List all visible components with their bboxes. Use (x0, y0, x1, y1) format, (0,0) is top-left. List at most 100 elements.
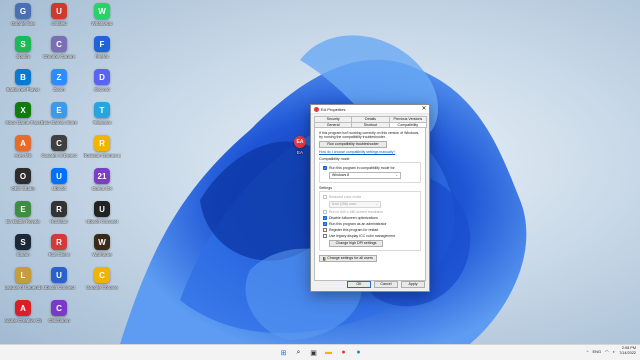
legacy-icc-row: Use legacy display ICC color management (323, 233, 417, 239)
desktop-icon[interactable]: S Steam (4, 234, 42, 266)
desktop-icon[interactable]: C Chrome Canary (40, 36, 78, 68)
desktop-icon-label: EA Battle Royale (6, 219, 40, 224)
desktop-icon-label: Xbox Game Pass (5, 120, 41, 125)
run-admin-label: Run this program as an administrator (329, 222, 387, 227)
language-indicator[interactable]: ENG (593, 349, 602, 354)
task-view-icon[interactable]: ▣ (308, 347, 319, 358)
apply-button[interactable]: Apply (401, 281, 425, 288)
desktop-icon[interactable]: O OBS Studio (4, 168, 42, 200)
app-icon: U (51, 267, 67, 283)
desktop-icon[interactable]: U Untitled (40, 3, 78, 35)
desktop-icon-label: Epic Games Store (40, 120, 78, 125)
desktop-icon[interactable]: T Telegram (83, 102, 121, 134)
app-icon: C (51, 135, 67, 151)
ea-desktop-shortcut[interactable]: EA EA (293, 136, 307, 158)
desktop-icon[interactable]: G Google Site (4, 3, 42, 35)
desktop-icon-label: Ubisoft Connect (42, 285, 76, 290)
ok-button[interactable]: OK (347, 281, 371, 288)
compat-os-select[interactable]: Windows 8 ⌄ (329, 172, 401, 180)
desktop-icon-label: Discord (94, 87, 110, 92)
desktop-icon[interactable]: 21 Opera GX (83, 168, 121, 200)
app-icon: S (15, 234, 31, 250)
register-restart-checkbox[interactable] (323, 228, 327, 233)
desktop-icon[interactable]: R Riot Client (40, 234, 78, 266)
desktop-icon[interactable]: S Spotify (4, 36, 42, 68)
desktop-icon-label: Adobe Creative Cloud (4, 318, 42, 323)
register-restart-label: Register this program for restart (329, 228, 379, 233)
settings-group-label: Settings (319, 186, 332, 191)
settings-group: Reduced color mode 8-bit (256) color ⌄ R… (319, 191, 421, 252)
desktop-icon[interactable]: W WhatsApp (83, 3, 121, 35)
desktop-icon[interactable]: L League of Legends (4, 267, 42, 299)
run-admin-checkbox[interactable]: ✓ (323, 222, 327, 227)
disable-fullscreen-checkbox[interactable]: ✓ (323, 216, 327, 221)
desktop-icon[interactable]: R Rockstar (40, 201, 78, 233)
reduced-color-row: Reduced color mode (323, 194, 417, 200)
app-icon: Z (51, 69, 67, 85)
chevron-down-icon: ⌄ (395, 173, 398, 178)
desktop-icon[interactable]: C Counter AI Detect (40, 135, 78, 167)
shield-icon (323, 256, 327, 261)
desktop-icon[interactable]: D Discord (83, 69, 121, 101)
reduced-color-checkbox[interactable] (323, 195, 327, 200)
color-depth-select[interactable]: 8-bit (256) color ⌄ (329, 201, 381, 209)
desktop-icon[interactable]: E Epic Games Store (40, 102, 78, 134)
desktop-icon[interactable]: E EA Battle Royale (4, 201, 42, 233)
desktop-icon[interactable]: R Rockstar Games Launcher (83, 135, 121, 167)
cancel-button[interactable]: Cancel (374, 281, 398, 288)
app-icon: D (94, 69, 110, 85)
desktop-icon[interactable]: W Warframe (83, 234, 121, 266)
desktop-icon-label: Warframe (92, 252, 112, 257)
run-640-checkbox[interactable] (323, 210, 327, 215)
chevron-down-icon: ⌄ (375, 202, 378, 207)
ea-app-icon[interactable]: ● (338, 347, 349, 358)
all-users-button[interactable]: Change settings for all users (319, 255, 377, 263)
desktop-icon-label: Google Site (11, 21, 35, 26)
start-icon[interactable]: ⊞ (278, 347, 289, 358)
troubleshooter-button[interactable]: Run compatibility troubleshooter (319, 141, 387, 149)
legacy-icc-checkbox[interactable] (323, 234, 327, 239)
desktop-icon-label: Ubisoft (51, 186, 66, 191)
desktop-icon[interactable]: B Battle.net Player (4, 69, 42, 101)
desktop-icon-label: Chrome Canary (43, 54, 75, 59)
compat-mode-checkbox[interactable]: ✓ (323, 166, 327, 171)
ea-title-icon (314, 106, 319, 112)
run-640-label: Run in 640 x 480 screen resolution (329, 210, 384, 215)
desktop-icon-label: Telegram (92, 120, 112, 125)
desktop-icon[interactable]: A Ares MS (4, 135, 42, 167)
app-icon: X (15, 102, 31, 118)
desktop-icon[interactable]: Z Zoom (40, 69, 78, 101)
app-icon: W (94, 3, 110, 19)
wifi-icon[interactable]: ◠ (605, 349, 609, 354)
search-icon[interactable]: ⌕ (293, 347, 304, 358)
close-icon[interactable]: ✕ (419, 105, 429, 114)
desktop-icon[interactable]: C Clipchamp (40, 300, 78, 332)
edge-icon[interactable]: ● (353, 347, 364, 358)
clock[interactable]: 2:08 PM 7/14/2022 (619, 346, 636, 356)
app-icon: R (51, 234, 67, 250)
dialog-titlebar[interactable]: EA Properties ✕ (311, 105, 429, 114)
desktop-icon-label: OBS Studio (11, 186, 35, 191)
desktop-icon[interactable]: U Ubisoft (40, 168, 78, 200)
desktop-icon[interactable]: X Xbox Game Pass (4, 102, 42, 134)
ea-properties-dialog: EA Properties ✕ Security Details Previou… (310, 104, 430, 292)
desktop-icon[interactable]: A Adobe Creative Cloud (4, 300, 42, 332)
file-explorer-icon[interactable]: ▬ (323, 347, 334, 358)
desktop-icon[interactable]: U Ubisoft Connect (40, 267, 78, 299)
compat-mode-row: ✓ Run this program in compatibility mode… (323, 165, 417, 171)
high-dpi-button[interactable]: Change high DPI settings (329, 240, 383, 248)
volume-icon[interactable]: ◖ (613, 349, 615, 354)
compat-mode-group: ✓ Run this program in compatibility mode… (319, 162, 421, 184)
desktop-icon[interactable]: U Ubisoft Connect (83, 201, 121, 233)
app-icon: L (15, 267, 31, 283)
desktop-icon[interactable]: C Google Chrome (83, 267, 121, 299)
manual-settings-link[interactable]: How do I choose compatibility settings m… (319, 150, 421, 154)
reduced-color-label: Reduced color mode (329, 195, 362, 200)
compat-mode-label: Run this program in compatibility mode f… (329, 166, 396, 171)
app-icon: U (51, 3, 67, 19)
taskbar: ⊞ ⌕ ▣ ▬ ● ● ^ ENG ◠ ◖ 2:08 PM 7/14/2022 (0, 344, 640, 360)
tray-chevron-icon[interactable]: ^ (587, 349, 589, 354)
app-icon: O (15, 168, 31, 184)
app-icon: A (15, 135, 31, 151)
desktop-icon[interactable]: F Firefox (83, 36, 121, 68)
